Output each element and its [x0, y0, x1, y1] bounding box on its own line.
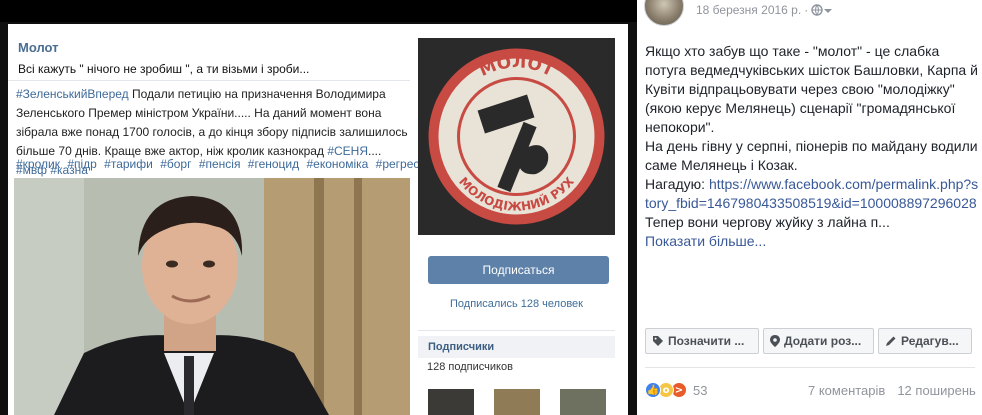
reaction-count: 53 — [693, 382, 708, 398]
hashtag-link: #геноцид — [247, 157, 300, 171]
location-pin-icon — [770, 335, 780, 347]
subscribers-header: Подписчики — [418, 336, 615, 358]
portrait-photo — [14, 178, 410, 415]
subscriber-avatar — [428, 389, 474, 415]
subscribed-count-link: Подписались 128 человек — [450, 298, 583, 310]
comments-count-link[interactable]: 7 коментарів — [808, 383, 885, 398]
hashtag-link: #борг — [160, 157, 192, 171]
post-paragraph: На день гівну у серпні, піонерів по майд… — [645, 138, 978, 173]
post-paragraph: Якщо хто забув що таке - "молот" - це сл… — [645, 43, 978, 135]
hashtag-link: #СЕНЯ — [327, 144, 368, 158]
shares-count-link[interactable]: 12 поширень — [897, 383, 975, 398]
post-hashtags: #кролик #підр #тарифи #борг #пенсія #ген… — [16, 157, 419, 171]
post-paragraph: Тепер вони чергову жуйку з лайна п... — [645, 214, 890, 230]
tag-icon — [653, 336, 663, 346]
pencil-icon — [886, 336, 896, 346]
audience-selector[interactable] — [811, 3, 833, 17]
edit-label: Редагув... — [901, 334, 959, 348]
post-body: Якщо хто забув що таке - "молот" - це сл… — [645, 42, 980, 251]
meta-separator: · — [804, 3, 809, 17]
like-reaction-icon: 👍 — [645, 382, 661, 398]
post-label: Нагадую: — [645, 176, 709, 192]
post-body-part-2: .... — [368, 144, 382, 158]
subscribe-button: Подписаться — [428, 256, 609, 284]
header-divider — [8, 80, 410, 81]
globe-icon — [811, 4, 823, 16]
sidebar-divider — [418, 330, 615, 331]
group-header: Молот Всі кажуть " нічого не зробиш ", а… — [18, 40, 410, 76]
add-location-label: Додати роз... — [784, 334, 862, 348]
author-avatar[interactable] — [644, 0, 684, 26]
vk-group-panel: Молот Всі кажуть " нічого не зробиш ", а… — [8, 24, 628, 415]
reactions-summary[interactable]: 👍 o > 53 — [645, 382, 707, 398]
post-photo — [14, 178, 410, 415]
hashtag-link: #тарифи — [104, 157, 153, 171]
post-divider — [645, 367, 975, 368]
hashtag-link: #економіка — [306, 157, 369, 171]
post-action-bar: Позначити ... Додати роз... Редагув... — [645, 328, 972, 354]
post-date-link[interactable]: 18 березня 2016 р. — [696, 3, 801, 17]
post-paragraph: Нагадую: https://www.facebook.com/permal… — [645, 175, 980, 213]
add-location-button[interactable]: Додати роз... — [763, 328, 874, 354]
hashtag-link: #підр — [67, 157, 97, 171]
post-meta: 18 березня 2016 р. · — [696, 3, 833, 17]
hashtag-link: #регрес — [375, 157, 420, 171]
embedded-screenshot: Молот Всі кажуть " нічого не зробиш ", а… — [0, 0, 637, 415]
group-status: Всі кажуть " нічого не зробиш ", а ти ві… — [18, 62, 310, 76]
subscriber-avatar — [560, 389, 606, 415]
hashtag-link: #кролик — [16, 157, 60, 171]
caret-down-icon — [824, 9, 833, 13]
group-name: Молот — [18, 40, 59, 55]
tag-photo-label: Позначити ... — [668, 334, 745, 348]
group-logo: МОЛОТ МОЛОДІЖНИЙ РУХ — [418, 38, 615, 235]
tag-photo-button[interactable]: Позначити ... — [645, 328, 759, 354]
hashtag-link: #пенсія — [198, 157, 241, 171]
screenshot-top-bar — [0, 0, 637, 22]
hammer-logo-icon: МОЛОТМОЛОДІЖНИЙ РУХ — [428, 48, 605, 225]
hashtag-link: #ЗеленськийВперед — [16, 87, 129, 101]
subscribers-count: 128 подписчиков — [427, 361, 513, 373]
engagement-counts: 7 коментарів 12 поширень — [808, 383, 976, 398]
show-more-link[interactable]: Показати більше... — [645, 233, 766, 249]
edit-button[interactable]: Редагув... — [878, 328, 972, 354]
subscriber-avatar — [494, 389, 540, 415]
